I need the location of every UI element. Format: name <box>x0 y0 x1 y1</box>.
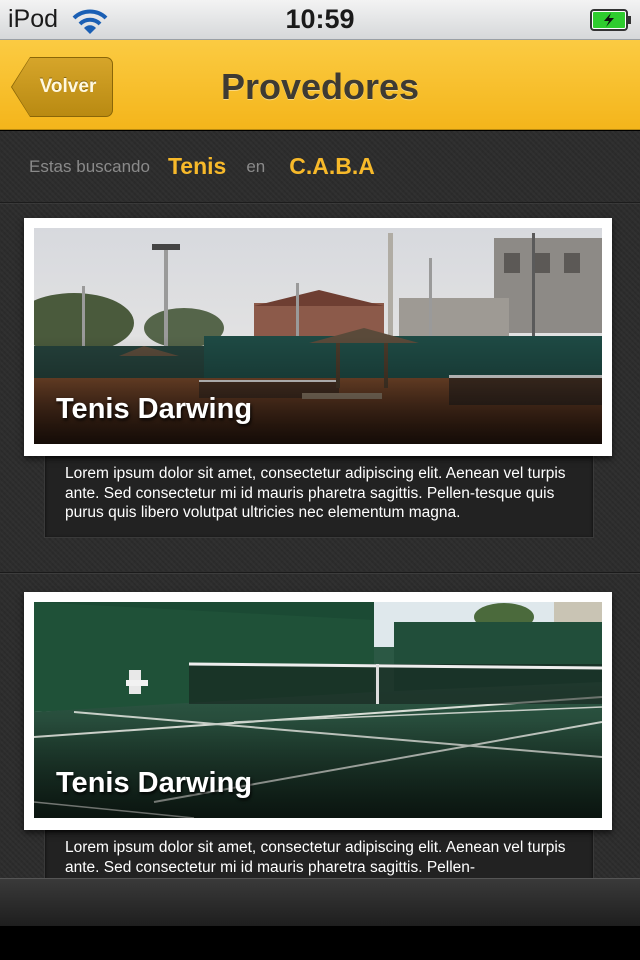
bottom-edge <box>0 926 640 960</box>
clock: 10:59 <box>285 4 355 34</box>
page-title: Provedores <box>220 66 420 107</box>
card-title: Tenis Darwing <box>56 393 253 425</box>
card-divider <box>0 572 640 574</box>
green-court-photo[interactable]: Tenis Darwing <box>34 602 602 818</box>
photo-frame[interactable]: Tenis Darwing <box>24 218 612 456</box>
provider-card[interactable]: Tenis Darwing Lorem ipsum dolor sit amet… <box>24 218 612 538</box>
search-term[interactable]: Tenis <box>168 153 226 180</box>
search-location[interactable]: C.A.B.A <box>289 153 375 180</box>
card-title: Tenis Darwing <box>56 767 253 799</box>
content-area[interactable]: Estas buscando Tenis en C.A.B.A Tenis Da… <box>0 131 640 878</box>
status-bar: iPod 10:59 <box>0 0 640 40</box>
photo-frame[interactable]: Tenis Darwing <box>24 592 612 830</box>
card-description: Lorem ipsum dolor sit amet, consectetur … <box>44 830 594 878</box>
search-summary: Estas buscando Tenis en C.A.B.A <box>0 131 640 203</box>
card-description: Lorem ipsum dolor sit amet, consectetur … <box>44 456 594 538</box>
search-prefix: Estas buscando <box>29 156 150 176</box>
provider-card[interactable]: Tenis Darwing Lorem ipsum dolor sit amet… <box>24 592 612 878</box>
bottom-toolbar <box>0 878 640 926</box>
clay-court-photo[interactable]: Tenis Darwing <box>34 228 602 444</box>
battery-icon <box>590 9 631 31</box>
search-connector: en <box>246 156 266 176</box>
